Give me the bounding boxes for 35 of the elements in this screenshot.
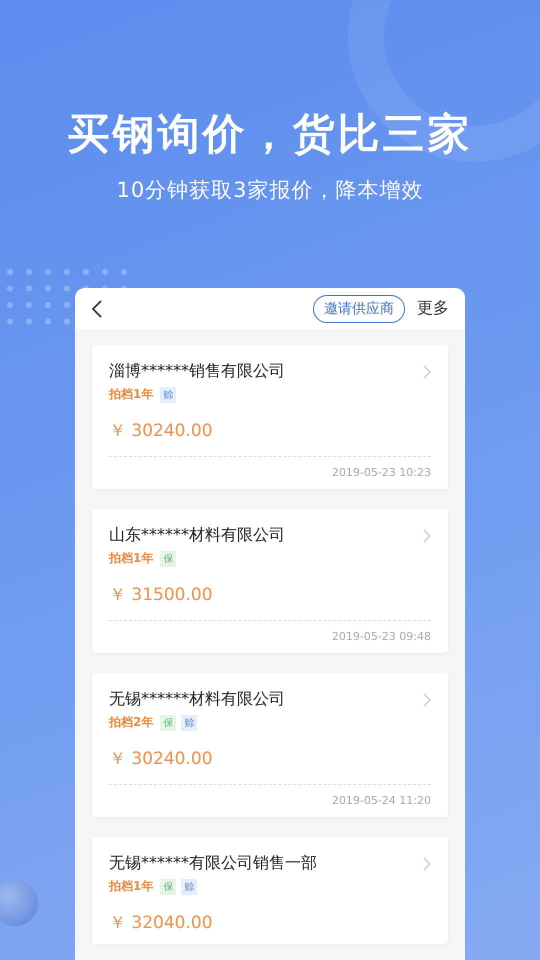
price: ￥ 32040.00 xyxy=(109,912,214,934)
tag-label: 保 xyxy=(160,714,176,730)
partner-years: 拍档2年 xyxy=(109,714,154,731)
tag-label: 赊 xyxy=(181,878,198,894)
background-sphere xyxy=(0,880,38,926)
tag-label: 保 xyxy=(160,878,176,894)
chevron-right-icon xyxy=(423,364,431,378)
quote-time: 2019-05-23 10:23 xyxy=(330,466,431,479)
chevron-right-icon xyxy=(423,528,431,542)
quote-card[interactable]: 山东******材料有限公司 拍档1年 保 ￥ 31500.00 2019-05-23 09:48 xyxy=(92,509,448,653)
quote-time: 2019-05-24 11:20 xyxy=(330,794,431,807)
company-name: 淄博******销售有限公司 xyxy=(109,361,286,382)
company-name: 山东******材料有限公司 xyxy=(109,525,286,546)
quote-card[interactable]: 淄博******销售有限公司 拍档1年 赊 ￥ 30240.00 2019-05-23 10:23 xyxy=(92,345,448,489)
headline: 买钢询价，货比三家 xyxy=(68,108,472,160)
subheadline: 10分钟获取3家报价，降本增效 xyxy=(116,177,424,204)
price: ￥ 30240.00 xyxy=(109,420,214,442)
price: ￥ 30240.00 xyxy=(109,748,214,770)
quote-card[interactable]: 无锡******有限公司销售一部 拍档1年 保 赊 ￥ 32040.00 xyxy=(92,837,448,944)
quote-time: 2019-05-23 09:48 xyxy=(330,630,431,643)
partner-years: 拍档1年 xyxy=(109,386,154,403)
partner-years: 拍档1年 xyxy=(109,550,154,567)
company-name: 无锡******材料有限公司 xyxy=(109,689,286,710)
back-icon[interactable] xyxy=(91,298,103,318)
chevron-right-icon xyxy=(423,692,431,706)
invite-supplier-button[interactable]: 邀请供应商 xyxy=(313,294,405,322)
tag-label: 保 xyxy=(160,550,176,566)
company-name: 无锡******有限公司销售一部 xyxy=(109,853,318,874)
tag-label: 赊 xyxy=(160,386,176,402)
more-button[interactable]: 更多 xyxy=(417,298,449,319)
quote-card[interactable]: 无锡******材料有限公司 拍档2年 保 赊 ￥ 30240.00 2019-05-24 11:20 xyxy=(92,673,448,817)
price: ￥ 31500.00 xyxy=(109,584,214,606)
partner-years: 拍档1年 xyxy=(109,878,154,895)
tag-label: 赊 xyxy=(181,714,198,730)
chevron-right-icon xyxy=(423,856,431,870)
